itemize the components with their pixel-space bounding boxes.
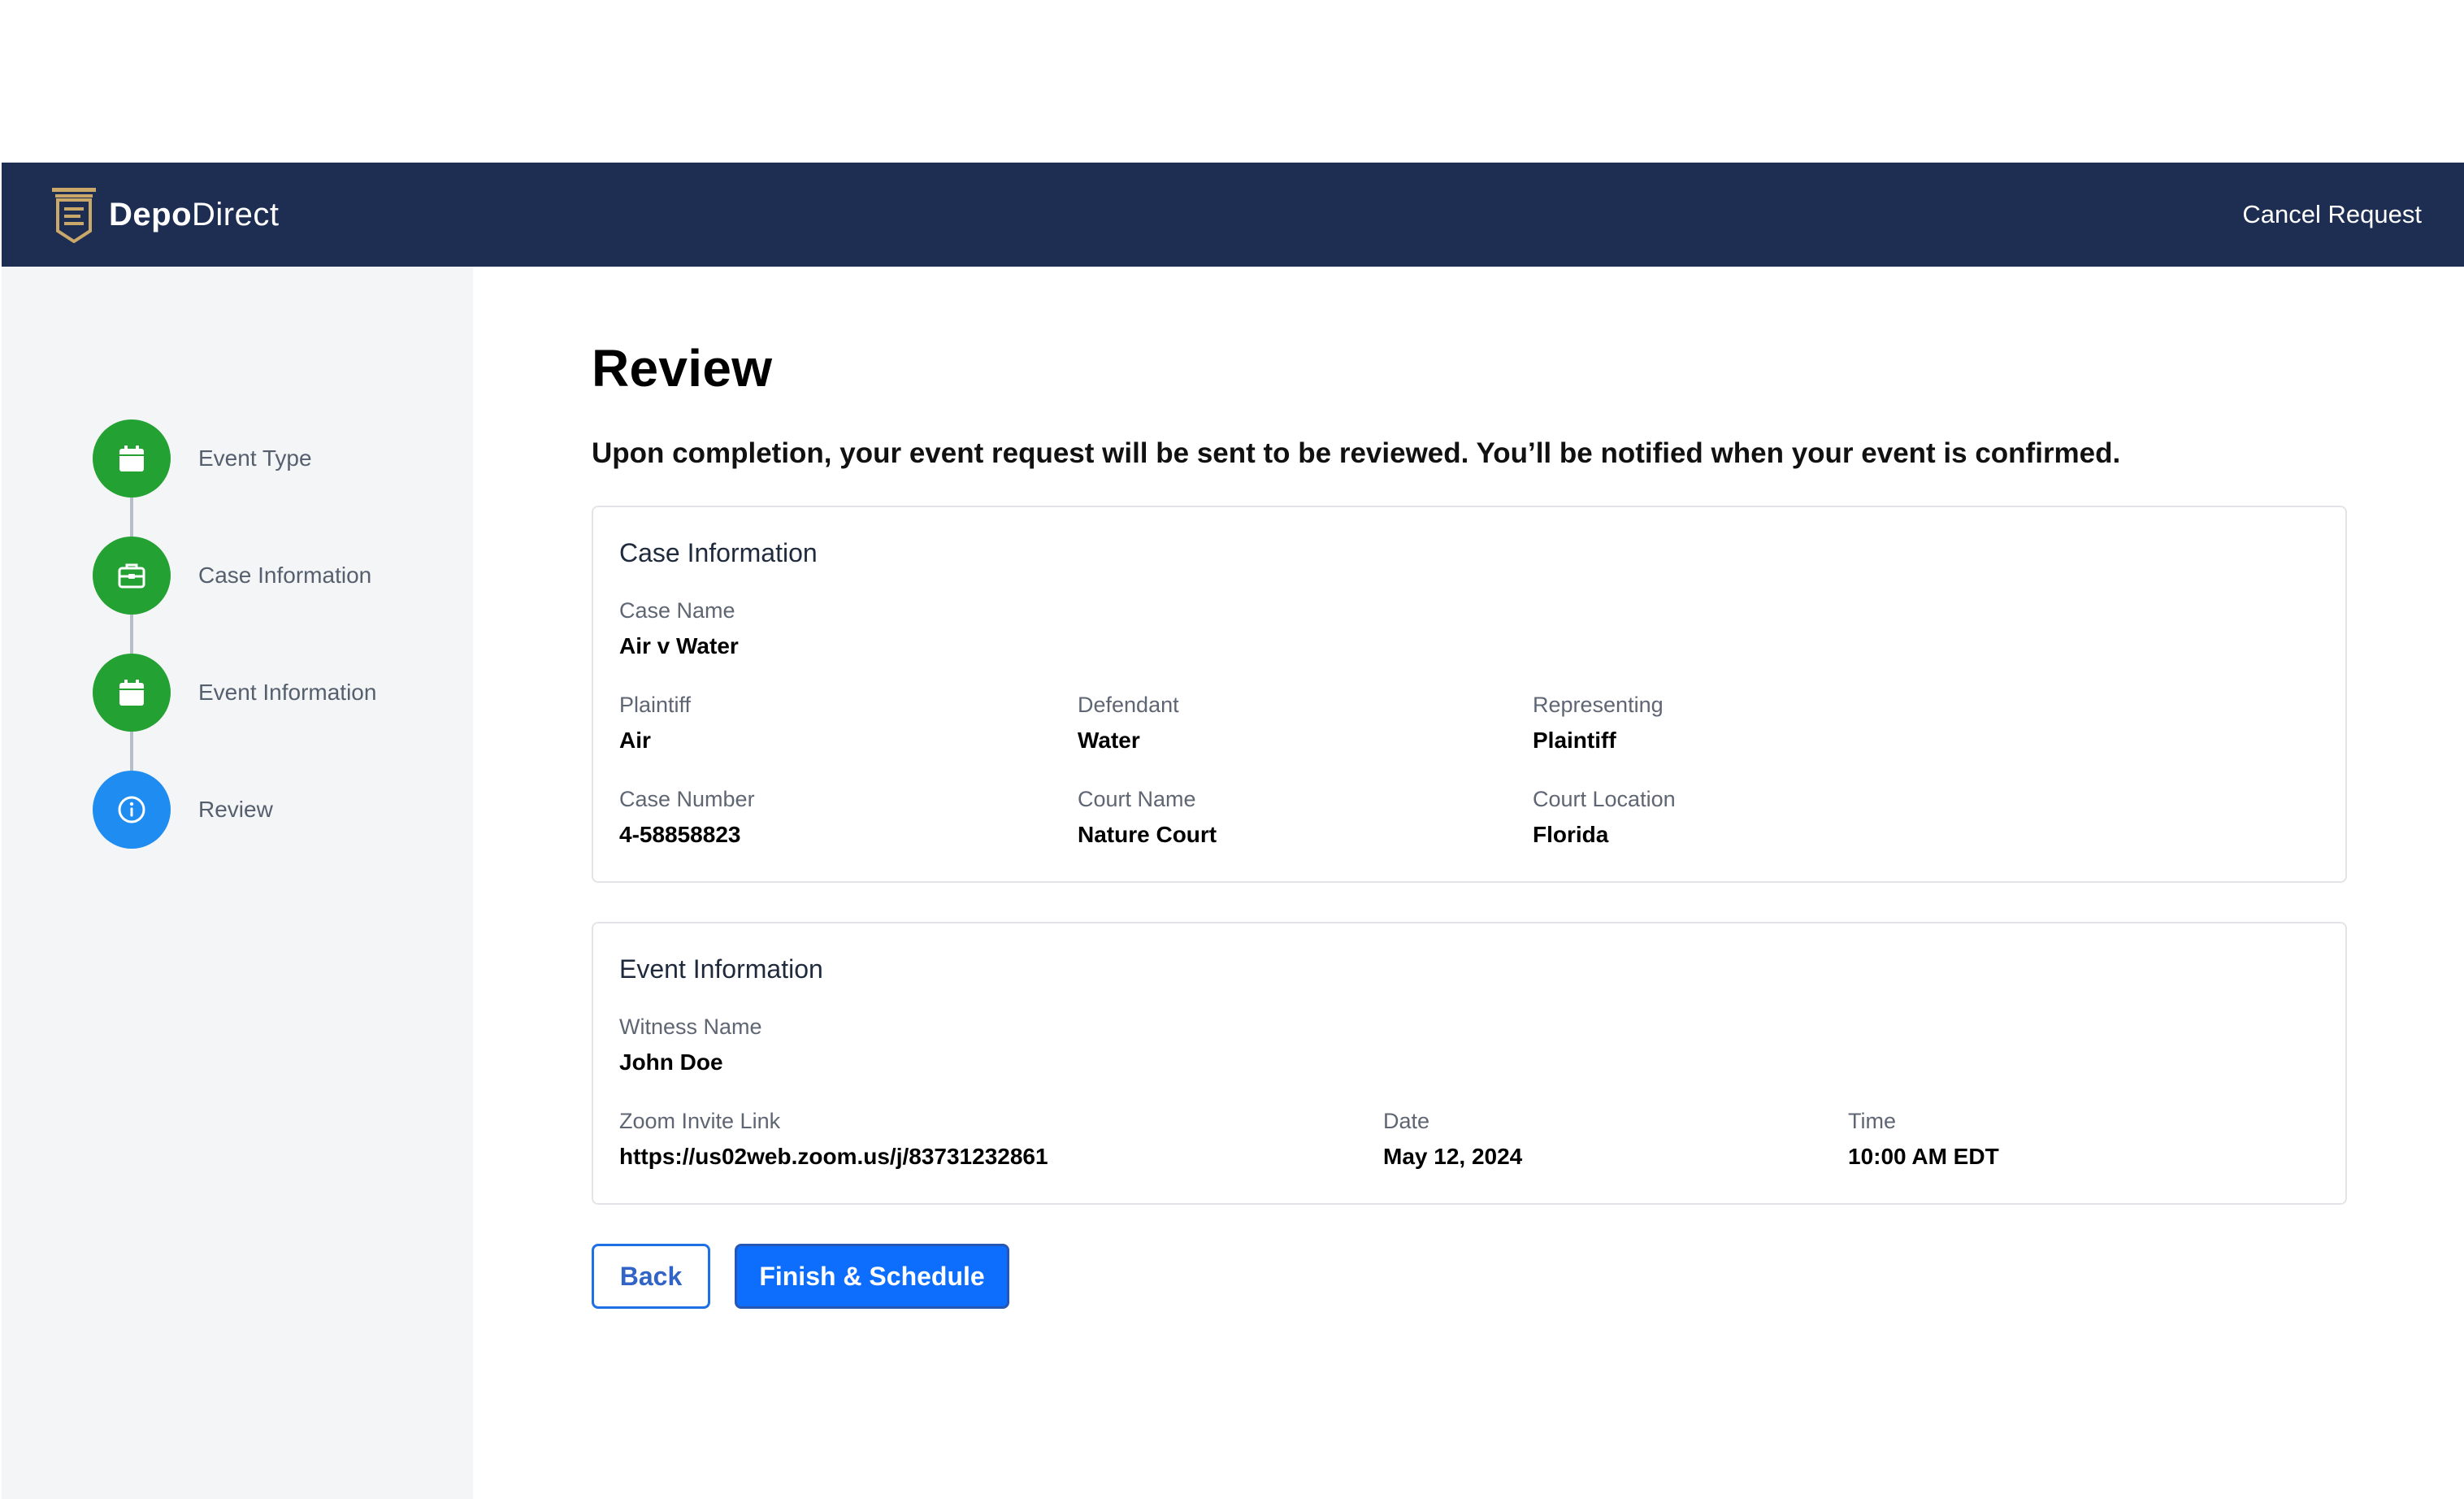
field-value: Air v Water — [619, 633, 739, 658]
calendar-icon — [119, 680, 144, 706]
case-information-card: Case Information Case Name Air v Water P… — [592, 506, 2347, 883]
field-value: Nature Court — [1078, 822, 1217, 847]
cancel-request-link[interactable]: Cancel Request — [2242, 200, 2422, 229]
brand-logo[interactable]: DepoDirect — [50, 186, 279, 243]
time-field: Time 10:00 AM EDT — [1848, 1109, 1999, 1170]
finish-schedule-button[interactable]: Finish & Schedule — [735, 1244, 1009, 1309]
field-label: Court Name — [1078, 787, 1196, 811]
field-value: Florida — [1533, 822, 1609, 847]
field-value: Water — [1078, 728, 1140, 753]
field-label: Zoom Invite Link — [619, 1109, 781, 1133]
field-value: 10:00 AM EDT — [1848, 1144, 1999, 1169]
step-event-type[interactable]: Event Type — [93, 419, 376, 537]
card-title: Case Information — [619, 538, 818, 567]
progress-sidebar: Event Type Case Information Event Inform… — [2, 267, 473, 1499]
calendar-icon — [119, 445, 144, 471]
field-label: Court Location — [1533, 787, 1676, 811]
court-name-field: Court Name Nature Court — [1078, 787, 1217, 848]
step-label: Review — [198, 797, 273, 822]
zoom-link-field: Zoom Invite Link https://us02web.zoom.us… — [619, 1109, 1048, 1170]
step-label: Event Information — [198, 680, 377, 705]
witness-name-field: Witness Name John Doe — [619, 1015, 762, 1075]
field-label: Case Number — [619, 787, 755, 811]
field-value: John Doe — [619, 1049, 723, 1075]
step-circle-complete — [93, 419, 171, 497]
briefcase-icon — [118, 563, 145, 589]
field-label: Plaintiff — [619, 693, 692, 717]
page-subtitle: Upon completion, your event request will… — [592, 437, 2121, 469]
step-case-information[interactable]: Case Information — [93, 537, 376, 654]
representing-field: Representing Plaintiff — [1533, 693, 1664, 754]
case-number-field: Case Number 4-58858823 — [619, 787, 755, 848]
field-label: Case Name — [619, 598, 735, 623]
event-information-card: Event Information Witness Name John Doe … — [592, 922, 2347, 1205]
field-label: Time — [1848, 1109, 1896, 1133]
step-connector — [130, 615, 133, 654]
info-icon — [118, 796, 145, 823]
top-whitespace — [0, 0, 2464, 163]
field-value: Plaintiff — [1533, 728, 1616, 753]
field-label: Defendant — [1078, 693, 1179, 717]
step-circle-active — [93, 771, 171, 849]
step-label: Event Type — [198, 445, 312, 471]
app-root: DepoDirect Cancel Request Event Type Cas… — [0, 0, 2464, 1499]
step-event-information[interactable]: Event Information — [93, 654, 377, 771]
field-label: Date — [1383, 1109, 1430, 1133]
field-value: 4-58858823 — [619, 822, 741, 847]
date-field: Date May 12, 2024 — [1383, 1109, 1522, 1170]
zoom-link-value[interactable]: https://us02web.zoom.us/j/83731232861 — [619, 1144, 1048, 1170]
field-label: Representing — [1533, 693, 1664, 717]
brand-name: DepoDirect — [109, 196, 280, 232]
page-title: Review — [592, 339, 773, 398]
field-value: Air — [619, 728, 651, 753]
field-value: May 12, 2024 — [1383, 1144, 1523, 1169]
field-label: Witness Name — [619, 1015, 762, 1039]
step-review[interactable]: Review — [93, 771, 376, 849]
court-location-field: Court Location Florida — [1533, 787, 1676, 848]
defendant-field: Defendant Water — [1078, 693, 1179, 754]
document-shield-logo-icon — [52, 188, 96, 243]
step-connector — [130, 497, 133, 537]
step-list: Event Type Case Information Event Inform… — [93, 419, 376, 849]
card-title: Event Information — [619, 954, 823, 984]
case-name-field: Case Name Air v Water — [619, 598, 739, 659]
top-navbar: DepoDirect Cancel Request — [2, 163, 2464, 267]
plaintiff-field: Plaintiff Air — [619, 693, 691, 754]
step-label: Case Information — [198, 563, 372, 588]
step-circle-complete — [93, 654, 171, 732]
step-connector — [130, 732, 133, 771]
back-button[interactable]: Back — [592, 1244, 710, 1309]
step-circle-complete — [93, 537, 171, 615]
